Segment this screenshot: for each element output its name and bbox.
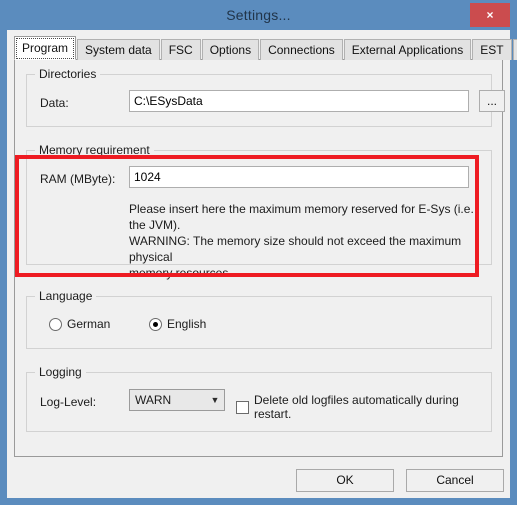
ram-input[interactable] (129, 166, 469, 188)
log-level-select[interactable]: WARN ▼ (129, 389, 225, 411)
tab-external-applications[interactable]: External Applications (343, 39, 472, 60)
settings-window: Settings... × Program System data FSC Op… (0, 0, 517, 505)
tab-program[interactable]: Program (14, 36, 77, 60)
close-icon[interactable]: × (470, 3, 510, 27)
browse-data-button[interactable]: ... (479, 90, 505, 112)
log-level-value: WARN (135, 393, 172, 407)
title-bar: Settings... × (0, 0, 517, 30)
tab-options[interactable]: Options (201, 39, 260, 60)
tab-connections[interactable]: Connections (260, 39, 343, 60)
delete-logfiles-checkbox[interactable]: Delete old logfiles automatically during… (236, 393, 491, 421)
checkbox-icon (236, 400, 249, 414)
tab-strip: Program System data FSC Options Connecti… (14, 36, 517, 60)
cancel-button[interactable]: Cancel (406, 469, 504, 492)
data-path-input[interactable] (129, 90, 469, 112)
directories-group-title: Directories (35, 67, 101, 81)
tab-est[interactable]: EST (472, 39, 512, 60)
window-title: Settings... (226, 7, 291, 23)
radio-icon (49, 317, 62, 331)
language-group-title: Language (35, 289, 97, 303)
memory-help-text: Please insert here the maximum memory re… (129, 202, 474, 280)
chevron-down-icon: ▼ (210, 395, 220, 405)
memory-requirement-group: Memory requirement RAM (MByte): Please i… (26, 143, 492, 280)
memory-group-title: Memory requirement (35, 143, 154, 157)
data-label: Data: (40, 96, 69, 110)
tab-label: Program (22, 41, 69, 55)
checkbox-label: Delete old logfiles automatically during… (254, 393, 459, 421)
tab-panel-program: Directories Data: ... Memory requirement… (14, 59, 505, 457)
tab-fsc[interactable]: FSC (160, 39, 201, 60)
ok-button[interactable]: OK (296, 469, 394, 492)
radio-label: German (67, 317, 111, 331)
dialog-body: Program System data FSC Options Connecti… (7, 30, 517, 498)
radio-label: English (167, 317, 207, 331)
language-group: Language German English (26, 289, 492, 349)
radio-icon-selected (149, 317, 162, 331)
directories-group: Directories Data: ... (26, 67, 505, 127)
logging-group: Logging Log-Level: WARN ▼ Delete old log… (26, 365, 492, 432)
radio-language-german[interactable]: German (49, 317, 110, 331)
log-level-label: Log-Level: (40, 395, 97, 409)
tab-system-data[interactable]: System data (77, 39, 160, 60)
radio-language-english[interactable]: English (149, 317, 206, 331)
tab-odx[interactable]: ODX (512, 39, 517, 60)
logging-group-title: Logging (35, 365, 86, 379)
ram-label: RAM (MByte): (40, 172, 116, 186)
